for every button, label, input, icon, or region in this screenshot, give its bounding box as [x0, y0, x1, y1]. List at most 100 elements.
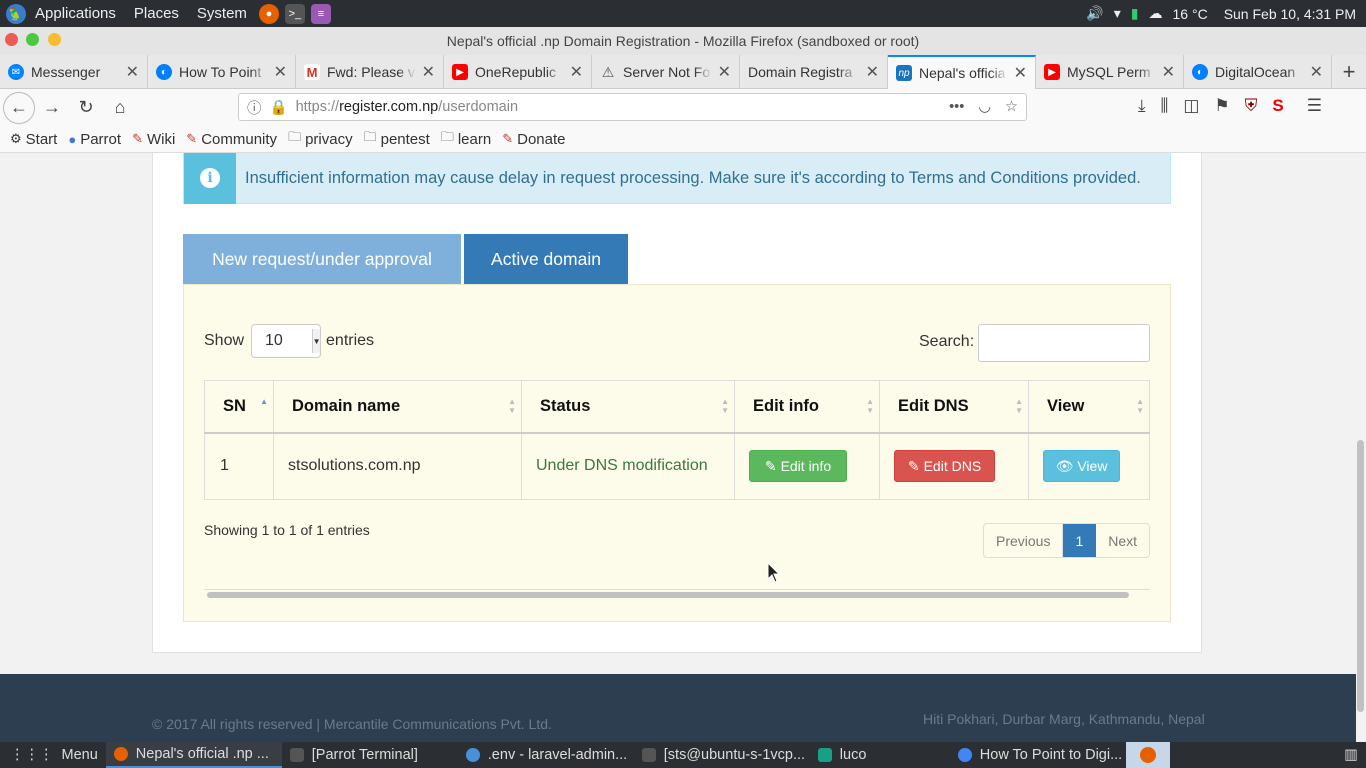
- workspace-switcher[interactable]: [1125, 742, 1170, 768]
- forward-button[interactable]: →: [35, 93, 69, 123]
- footer-copyright: © 2017 All rights reserved | Mercantile …: [152, 716, 552, 732]
- page-actions-icon[interactable]: •••: [949, 99, 964, 115]
- volume-icon[interactable]: 🔊: [1086, 5, 1103, 22]
- taskbar-menu-button[interactable]: ⋮⋮⋮ Menu: [0, 742, 106, 768]
- bookmark-donate[interactable]: ✎ Donate: [502, 131, 565, 148]
- new-tab-button[interactable]: +: [1332, 55, 1366, 89]
- pocket-icon[interactable]: ◡: [978, 99, 991, 115]
- tab-label: How To Point: [179, 64, 262, 80]
- window-close-button[interactable]: [5, 33, 18, 46]
- close-icon[interactable]: ✕: [126, 62, 139, 82]
- page-1-button[interactable]: 1: [1063, 524, 1097, 557]
- previous-button[interactable]: Previous: [984, 524, 1064, 557]
- close-icon[interactable]: ✕: [1014, 63, 1027, 83]
- extension-s-icon[interactable]: S: [1272, 96, 1283, 116]
- close-icon[interactable]: ✕: [422, 62, 435, 82]
- extension-badge-icon[interactable]: ⚑: [1214, 96, 1229, 116]
- tab-onerepublic[interactable]: ▶ OneRepublic ✕: [444, 55, 592, 89]
- bookmarks-toolbar: ⚙ Start ● Parrot ✎ Wiki ✎ Community 🗀 privacy…: [0, 126, 1366, 153]
- info-icon[interactable]: ⓘ: [247, 97, 262, 118]
- bookmark-label: learn: [457, 130, 492, 148]
- bookmark-privacy[interactable]: 🗀 privacy: [288, 128, 353, 150]
- info-alert: i Insufficient information may cause del…: [183, 153, 1171, 204]
- window-minimize-button[interactable]: [48, 33, 61, 46]
- bookmark-community[interactable]: ✎ Community: [186, 131, 277, 148]
- column-header-status[interactable]: Status ▲ ▼: [521, 380, 735, 434]
- bookmark-start[interactable]: ⚙ Start: [10, 131, 57, 148]
- footer-address: Hiti Pokhari, Durbar Marg, Kathmandu, Ne…: [923, 711, 1205, 727]
- text-editor-launcher-icon[interactable]: ≡: [310, 3, 331, 24]
- lock-icon: 🔒: [269, 99, 288, 116]
- bookmark-wiki[interactable]: ✎ Wiki: [132, 131, 175, 148]
- close-icon[interactable]: ✕: [866, 62, 879, 82]
- tab-nepal-official[interactable]: np Nepal's officia ✕: [888, 55, 1036, 89]
- folder-icon: 🗀: [363, 129, 377, 144]
- reload-button[interactable]: ↻: [69, 93, 103, 123]
- entries-select[interactable]: 10 ▼: [251, 324, 322, 358]
- home-button[interactable]: ⌂: [103, 93, 137, 123]
- header-label: Status: [540, 396, 591, 415]
- taskbar-item-terminal[interactable]: [Parrot Terminal]: [282, 742, 458, 768]
- column-header-domain[interactable]: Domain name ▲ ▼: [273, 380, 522, 434]
- chevron-down-icon: ▼: [312, 329, 321, 353]
- menu-system[interactable]: System: [188, 0, 256, 27]
- tab-mysql-perm[interactable]: ▶ MySQL Perm ✕: [1036, 55, 1184, 89]
- wifi-icon[interactable]: ▾: [1114, 5, 1121, 22]
- bookmark-learn[interactable]: 🗀 learn: [441, 128, 491, 150]
- bookmark-pentest[interactable]: 🗀 pentest: [364, 128, 430, 150]
- menu-applications[interactable]: Applications: [26, 0, 125, 27]
- close-icon[interactable]: ✕: [1162, 62, 1175, 82]
- taskbar-item-chrome[interactable]: How To Point to Digi...: [950, 742, 1126, 768]
- hamburger-menu-icon[interactable]: ☰: [1307, 96, 1322, 116]
- tab-server-not-found[interactable]: ⚠ Server Not Fo ✕: [592, 55, 740, 89]
- messenger-icon: ✉: [8, 64, 24, 80]
- clock[interactable]: Sun Feb 10, 4:31 PM: [1224, 6, 1356, 22]
- close-icon[interactable]: ✕: [570, 62, 583, 82]
- close-icon[interactable]: ✕: [1310, 62, 1323, 82]
- edit-dns-button[interactable]: ✎ Edit DNS: [894, 450, 995, 483]
- folder-icon: 🗀: [288, 129, 302, 144]
- terminal-launcher-icon[interactable]: >_: [284, 3, 305, 24]
- edit-info-button[interactable]: ✎ Edit info: [749, 450, 847, 483]
- url-bar[interactable]: ⓘ 🔒 https:// register.com.np /userdomain…: [238, 93, 1027, 121]
- back-button[interactable]: ←: [3, 91, 35, 124]
- tab-gmail[interactable]: M Fwd: Please v ✕: [296, 55, 444, 89]
- parrot-logo-icon[interactable]: 🦜: [6, 3, 26, 24]
- next-button[interactable]: Next: [1096, 524, 1149, 557]
- window-maximize-button[interactable]: [26, 33, 39, 46]
- close-icon[interactable]: ✕: [274, 62, 287, 82]
- tab-active-domain[interactable]: Active domain: [464, 234, 628, 284]
- column-header-edit-dns[interactable]: Edit DNS ▲ ▼: [879, 380, 1029, 434]
- tab-new-request[interactable]: New request/under approval: [183, 234, 461, 284]
- firefox-launcher-icon[interactable]: ●: [258, 3, 279, 24]
- vertical-scrollbar-thumb[interactable]: [1357, 440, 1364, 712]
- download-icon[interactable]: ⤓: [1138, 96, 1146, 116]
- taskbar-item-luco[interactable]: luco: [810, 742, 950, 768]
- ublock-icon[interactable]: ⛨: [1245, 96, 1258, 116]
- view-button[interactable]: 👁 View: [1043, 450, 1120, 483]
- menu-places[interactable]: Places: [125, 0, 188, 27]
- sidebar-icon[interactable]: ◫: [1183, 96, 1199, 116]
- header-label: Edit DNS: [898, 396, 969, 415]
- show-desktop-button[interactable]: ▥: [1336, 742, 1366, 768]
- tab-how-to-point[interactable]: ◐ How To Point ✕: [148, 55, 296, 89]
- search-input[interactable]: [978, 324, 1150, 362]
- column-header-view[interactable]: View ▲ ▼: [1028, 380, 1150, 434]
- sort-icon: ▲ ▼: [721, 397, 729, 415]
- close-icon[interactable]: ✕: [718, 62, 731, 82]
- bookmark-star-icon[interactable]: ☆: [1005, 99, 1018, 115]
- taskbar-item-ssh[interactable]: [sts@ubuntu-s-1vcp...: [634, 742, 810, 768]
- tab-domain-registration[interactable]: Domain Registra ✕: [740, 55, 888, 89]
- taskbar-item-editor[interactable]: .env - laravel-admin...: [458, 742, 634, 768]
- tab-digitalocean[interactable]: ◐ DigitalOcean ✕: [1184, 55, 1332, 89]
- library-icon[interactable]: ⫼: [1161, 96, 1169, 116]
- bookmark-parrot[interactable]: ● Parrot: [68, 131, 121, 148]
- url-host: register.com.np: [339, 99, 439, 115]
- taskbar-item-firefox[interactable]: Nepal's official .np ...: [105, 742, 282, 768]
- column-header-edit-info[interactable]: Edit info ▲ ▼: [734, 380, 880, 434]
- battery-icon[interactable]: ▮: [1131, 5, 1139, 22]
- tab-messenger[interactable]: ✉ Messenger ✕: [0, 55, 148, 89]
- horizontal-scrollbar[interactable]: [207, 592, 1129, 598]
- column-header-sn[interactable]: SN ▲: [204, 380, 274, 434]
- header-label: Edit info: [753, 396, 819, 415]
